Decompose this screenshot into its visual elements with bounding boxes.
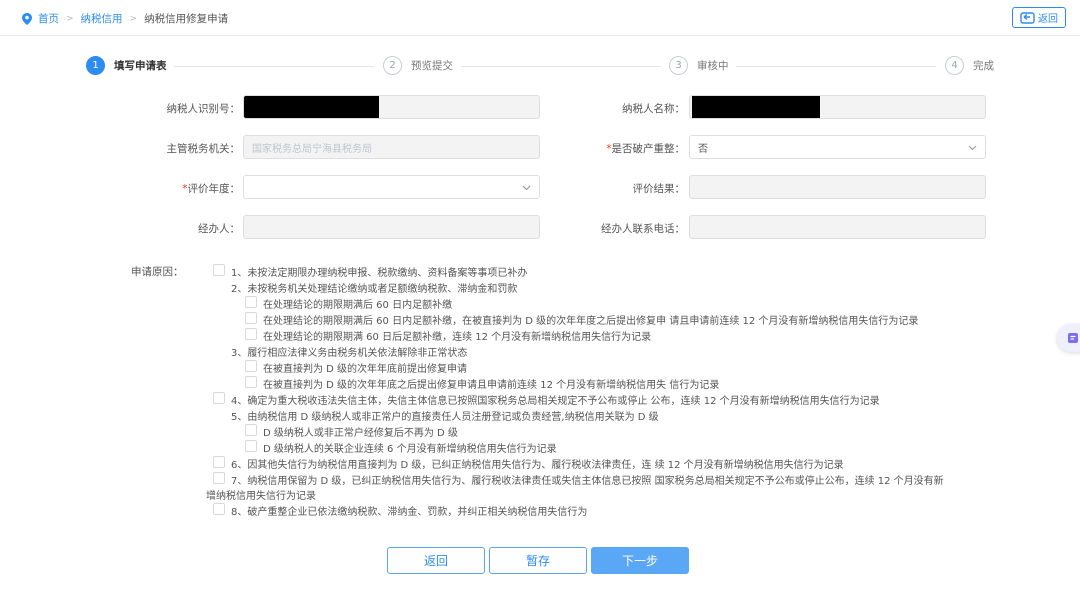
taxpayer-id-label: 纳税人识别号： [166, 103, 241, 115]
redacted-value [692, 96, 820, 118]
chevron-right-icon: > [66, 13, 74, 24]
agent-phone-label: 经办人联系电话： [601, 223, 685, 235]
reason-checkbox-2b[interactable] [245, 312, 257, 324]
agent-label: 经办人： [198, 223, 240, 235]
eval-year-label-text: 评价年度： [187, 183, 241, 195]
bankruptcy-select[interactable]: 否 [689, 135, 986, 159]
reason-text: 在被直接判为 D 级的次年年底之后提出修复申请且申请前连续 12 个月没有新增纳… [263, 380, 720, 391]
step-connector [461, 66, 661, 67]
breadcrumb-home[interactable]: 首页 [38, 11, 59, 26]
step-1: 1 填写申请表 [86, 56, 167, 75]
step-4: 4 完成 [945, 56, 994, 75]
floating-assistant-widget[interactable] [1057, 324, 1080, 352]
reason-text: 在处理结论的期限期满后 60 日内足额补缴 [263, 300, 453, 311]
agent-phone-field[interactable] [689, 215, 986, 239]
tax-authority-field[interactable]: 国家税务总局宁海县税务局 [243, 135, 540, 159]
breadcrumb: 首页 > 纳税信用 > 纳税信用修复申请 [22, 11, 228, 26]
progress-steps: 1 填写申请表 2 预览提交 3 审核中 4 完成 [0, 56, 1080, 82]
reason-text: 在被直接判为 D 级的次年年底前提出修复申请 [263, 364, 468, 375]
eval-result-label: 评价结果： [632, 183, 686, 195]
step-3: 3 审核中 [669, 56, 729, 75]
chevron-down-icon [522, 185, 531, 191]
reason-text: 3、履行相应法律义务由税务机关依法解除非正常状态 [231, 348, 468, 359]
reason-checkbox-2c[interactable] [245, 328, 257, 340]
next-step-button[interactable]: 下一步 [591, 547, 689, 574]
step-number: 2 [383, 56, 402, 75]
step-number: 4 [945, 56, 964, 75]
reason-checkbox-2a[interactable] [245, 296, 257, 308]
reason-checkbox-5a[interactable] [245, 424, 257, 436]
reason-text: 在处理结论的期限期满后 60 日内足额补缴，在被直接判为 D 级的次年年度之后提… [263, 316, 919, 327]
reason-text: 1、未按法定期限办理纳税申报、税款缴纳、资料备案等事项已补办 [231, 268, 528, 279]
return-arrow-icon [1020, 11, 1035, 24]
reason-text: 5、由纳税信用 D 级纳税人或非正常户的直接责任人员注册登记或负责经营,纳税信用… [231, 412, 659, 423]
eval-year-select[interactable] [243, 175, 540, 199]
reason-checkbox-8[interactable] [213, 503, 225, 515]
reason-text: D 级纳税人的关联企业连续 6 个月没有新增纳税信用失信行为记录 [263, 444, 557, 455]
back-button[interactable]: 返回 [387, 547, 485, 574]
reasons-title: 申请原因： [131, 266, 184, 278]
reason-text: 4、确定为重大税收违法失信主体，失信主体信息已按照国家税务总局相关规定不予公布或… [231, 396, 880, 407]
agent-field[interactable] [243, 215, 540, 239]
reason-text: 增纳税信用失信行为记录 [206, 491, 316, 502]
taxpayer-name-field[interactable] [689, 95, 986, 119]
step-label: 审核中 [697, 60, 729, 72]
reason-text: 2、未按税务机关处理结论缴纳或者足额缴纳税款、滞纳金和罚款 [231, 284, 518, 295]
step-2: 2 预览提交 [383, 56, 453, 75]
assistant-icon [1068, 333, 1078, 343]
chevron-right-icon: > [129, 13, 138, 24]
reason-checkbox-6[interactable] [213, 456, 225, 468]
reason-text: 在处理结论的期限期满 60 日后足额补缴，连续 12 个月没有新增纳税信用失信行… [263, 332, 652, 343]
reason-checkbox-3a[interactable] [245, 360, 257, 372]
taxpayer-id-field[interactable] [243, 95, 540, 119]
redacted-value [244, 96, 379, 118]
step-label: 完成 [973, 60, 994, 72]
reason-checkbox-1[interactable] [213, 264, 225, 276]
breadcrumb-current: 纳税信用修复申请 [144, 13, 229, 25]
tax-authority-label: 主管税务机关： [166, 143, 241, 155]
taxpayer-name-label: 纳税人名称： [622, 103, 685, 115]
step-number: 3 [669, 56, 688, 75]
header-back-button[interactable]: 返回 [1012, 7, 1066, 28]
chevron-down-icon [968, 145, 977, 151]
reason-checkbox-4[interactable] [213, 392, 225, 404]
eval-year-label: *评价年度： [182, 181, 240, 196]
save-draft-button[interactable]: 暂存 [489, 547, 587, 574]
step-label: 预览提交 [411, 60, 453, 72]
step-number: 1 [86, 56, 105, 75]
step-connector [736, 66, 936, 67]
header-back-label: 返回 [1038, 14, 1058, 25]
reason-text: 6、因其他失信行为纳税信用直接判为 D 级，已纠正纳税信用失信行为、履行税收法律… [231, 460, 844, 471]
step-connector [174, 66, 374, 67]
breadcrumb-bar: 首页 > 纳税信用 > 纳税信用修复申请 返回 [0, 0, 1080, 36]
step-label: 填写申请表 [114, 60, 167, 72]
reason-text: 8、破产重整企业已依法缴纳税款、滞纳金、罚款，并纠正相关纳税信用失信行为 [231, 507, 588, 518]
bankruptcy-select-value: 否 [698, 143, 708, 155]
breadcrumb-section[interactable]: 纳税信用 [81, 11, 123, 26]
reason-checkbox-7[interactable] [213, 472, 225, 484]
bankruptcy-label: *是否破产重整： [606, 141, 685, 156]
reason-text: D 级纳税人或非正常户经修复后不再为 D 级 [263, 428, 458, 439]
eval-result-field[interactable] [689, 175, 986, 199]
bankruptcy-label-text: 是否破产重整： [611, 143, 686, 155]
reason-checkbox-3b[interactable] [245, 376, 257, 388]
reason-text: 7、纳税信用保留为 D 级，已纠正纳税信用失信行为、履行税收法律责任或失信主体信… [231, 476, 944, 487]
reason-checkbox-5b[interactable] [245, 440, 257, 452]
location-pin-icon [22, 12, 32, 25]
